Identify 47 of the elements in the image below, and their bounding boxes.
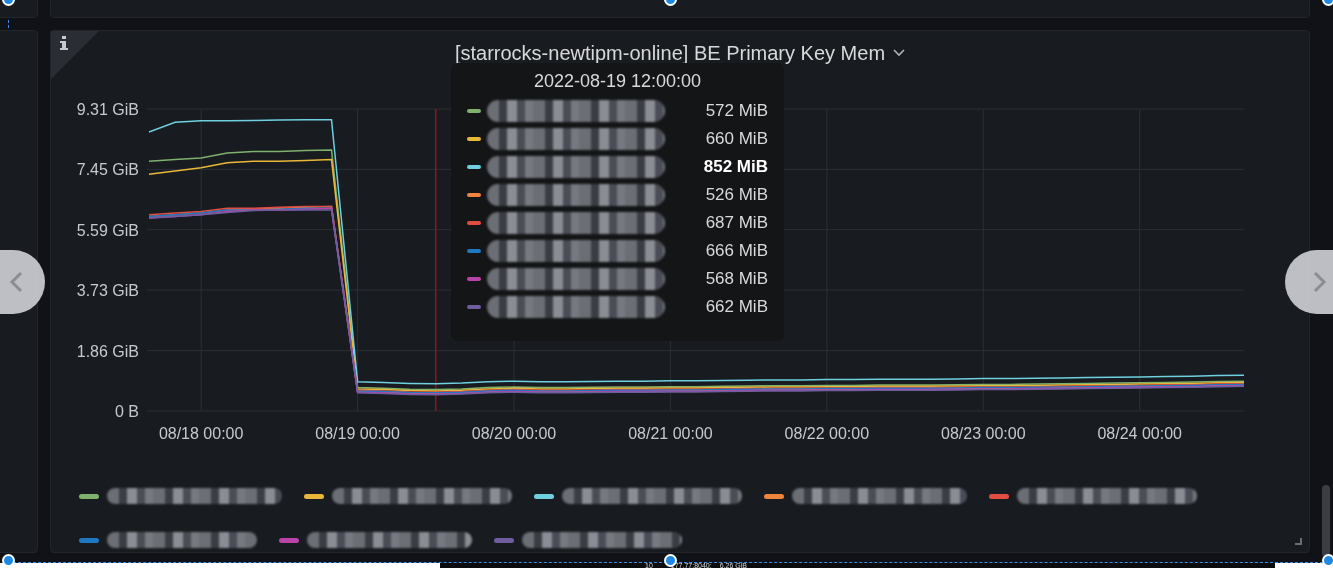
redacted-label[interactable] [107,532,257,548]
chevron-left-icon [9,271,23,293]
legend-swatch[interactable] [989,493,1009,499]
x-axis-label: 08/19 00:00 [315,425,400,442]
selection-handle[interactable] [1322,554,1333,567]
x-axis-label: 08/24 00:00 [1097,425,1182,442]
legend-swatch[interactable] [79,537,99,543]
x-axis-label: 08/18 00:00 [158,425,244,442]
tooltip-time: 2022-08-19 12:00:00 [532,70,703,93]
series-value: 660 MiB [705,128,768,151]
series-value: 852 MiB [703,156,768,179]
x-axis-label: 08/20 00:00 [471,425,557,442]
redacted-label[interactable] [107,488,282,504]
legend-swatch[interactable] [304,493,324,499]
chevron-right-icon [1313,271,1327,293]
redacted-label[interactable] [522,532,682,548]
y-axis-label: 3.73 GiB [76,282,139,299]
x-axis-label: 08/23 00:00 [941,425,1026,442]
y-axis-label: 1.86 GiB [76,342,139,360]
previous-button[interactable] [0,250,45,314]
redacted-label[interactable] [332,488,512,504]
redacted-label[interactable] [792,488,967,504]
redacted-label[interactable] [562,488,742,504]
series-value: 568 MiB [705,268,768,291]
y-axis-label: 7.45 GiB [76,161,139,179]
legend-swatch[interactable] [534,493,554,499]
legend-swatch[interactable] [764,493,784,499]
x-axis-label: 08/22 00:00 [784,425,870,442]
caret-icon[interactable] [893,49,906,57]
series-value: 666 MiB [705,240,768,263]
legend-swatch[interactable] [279,537,299,543]
scrollbar[interactable] [1322,485,1330,557]
info-icon[interactable] [51,31,99,79]
y-axis-label: 9.31 GiB [76,101,139,118]
redacted-label[interactable] [307,532,472,548]
redacted-label[interactable] [1017,488,1197,504]
series-value: 662 MiB [705,296,768,319]
legend-swatch[interactable] [494,537,514,543]
legend-swatch[interactable] [79,493,99,499]
y-axis-label: 5.59 GiB [76,221,139,239]
series-value: 572 MiB [705,100,768,123]
series-value: 526 MiB [705,184,768,207]
x-axis-label: 08/21 00:00 [628,425,713,442]
series-value: 687 MiB [705,212,768,235]
panel-title[interactable]: [starrocks-newtipm-online] BE Primary Key Mem [454,41,886,65]
resize-handle-icon[interactable] [1295,538,1303,546]
y-axis-label: 0 B [115,403,139,420]
